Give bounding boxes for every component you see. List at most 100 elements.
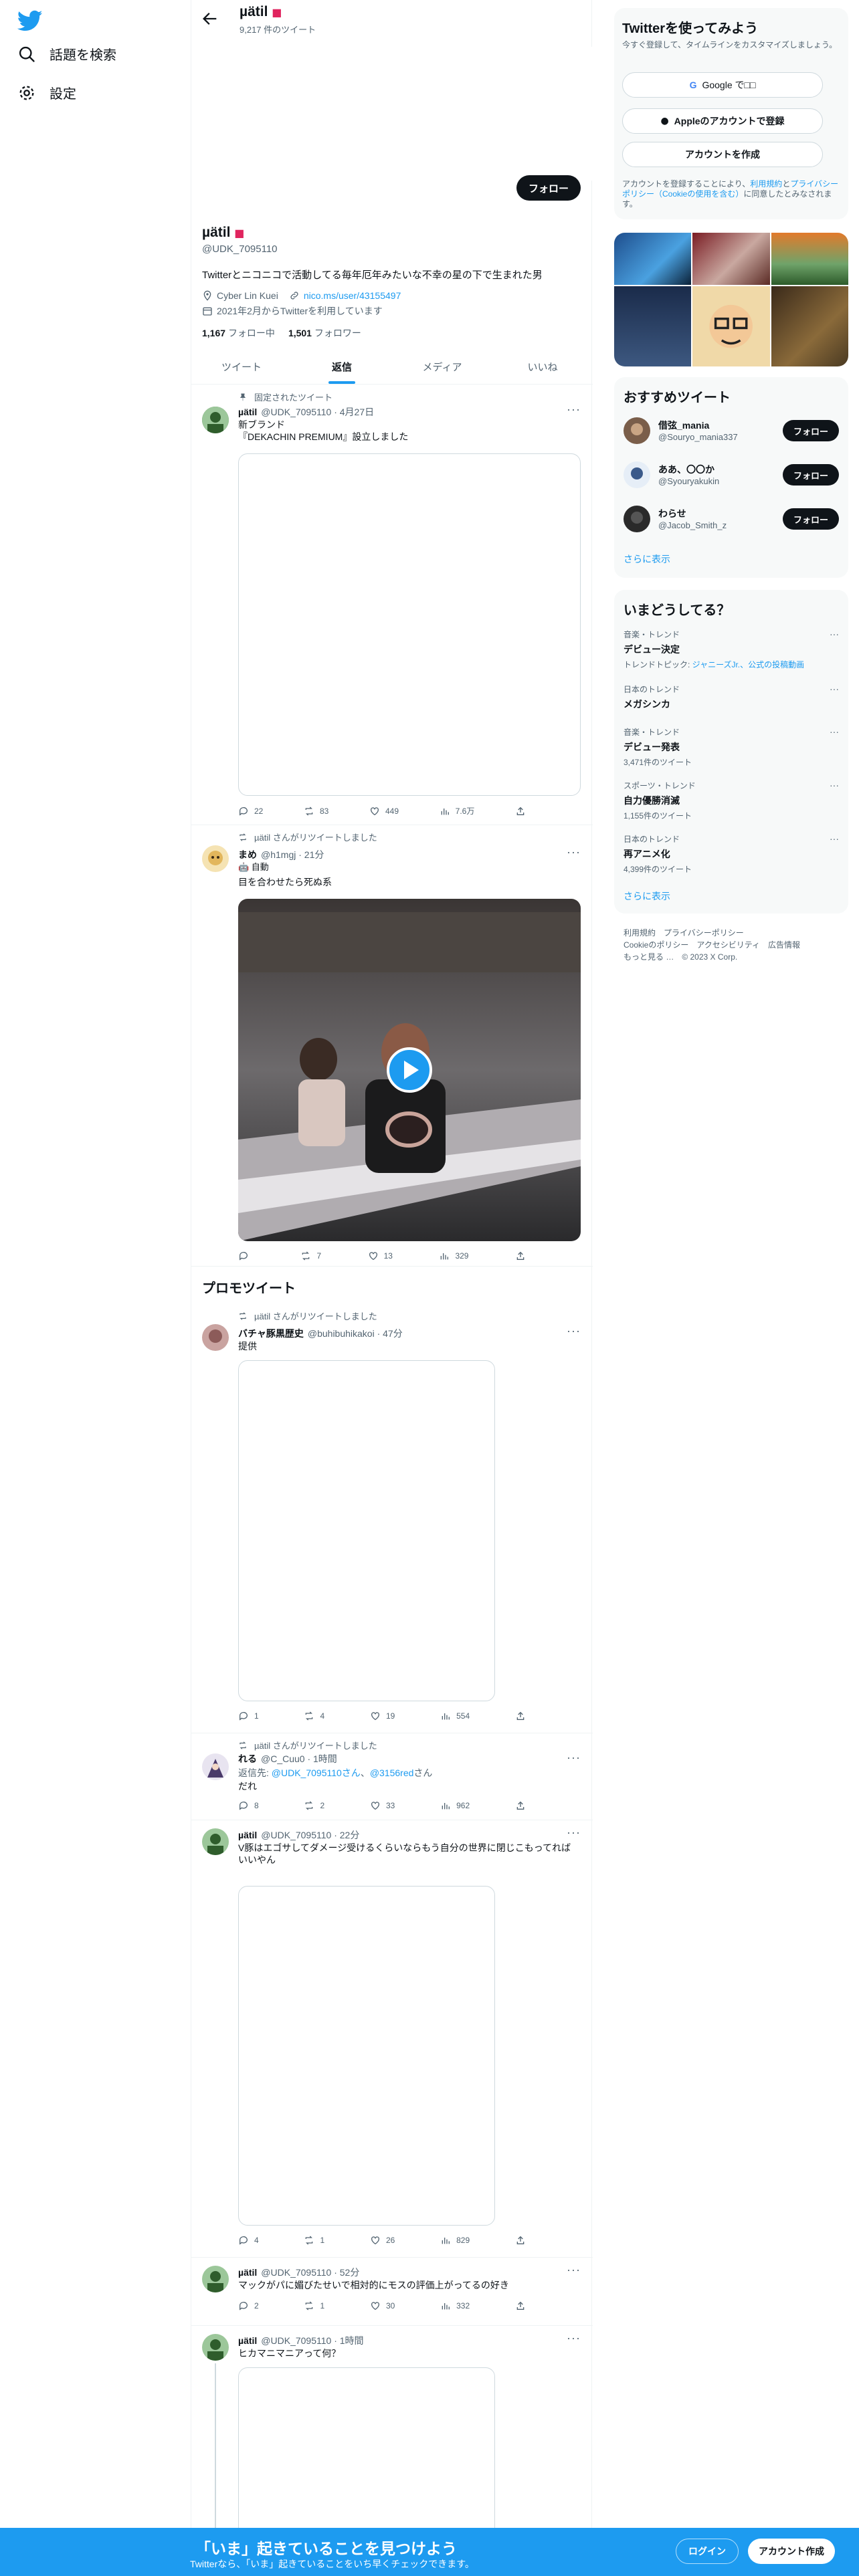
tweet-media[interactable]	[238, 1886, 495, 2226]
follow-button[interactable]: フォロー	[782, 508, 839, 530]
profile-url[interactable]: nico.ms/user/43155497	[289, 290, 401, 301]
trend-item[interactable]: 音楽・トレンド デビュー決定 トレンドトピック: ジャニーズJr.、公式の投稿動…	[624, 629, 839, 670]
more-icon[interactable]: ···	[567, 1826, 581, 1840]
reply-button[interactable]: 22	[238, 805, 263, 817]
media-thumb[interactable]	[614, 286, 692, 366]
tweet[interactable]: µätil @UDK_7095110 · 52分 ··· マックがパに媚びたせいで…	[191, 2258, 593, 2326]
share-button[interactable]	[515, 2235, 526, 2246]
following-count[interactable]: 1,167 フォロー中	[202, 326, 275, 340]
tweet-video[interactable]	[238, 899, 581, 1241]
media-thumb[interactable]	[692, 233, 770, 285]
retweet-button[interactable]: 4	[304, 1711, 324, 1721]
retweet-button[interactable]: 1	[304, 2300, 324, 2311]
avatar[interactable]	[624, 461, 650, 488]
play-icon[interactable]	[387, 1047, 432, 1093]
avatar[interactable]	[202, 2266, 229, 2292]
nav-explore[interactable]: 話題を検索	[17, 44, 116, 64]
tab-replies[interactable]: 返信	[292, 349, 392, 384]
trend-item[interactable]: スポーツ・トレンド 自力優勝消滅 1,155件のツイート ···	[624, 780, 839, 821]
views-button[interactable]: 329	[439, 1251, 468, 1261]
nav-settings[interactable]: 設定	[17, 83, 76, 102]
mention-link[interactable]: @3156red	[370, 1767, 414, 1778]
more-icon[interactable]: ···	[830, 780, 839, 790]
trend-item[interactable]: 日本のトレンド メガシンカ ···	[624, 683, 839, 711]
follow-button[interactable]: フォロー	[782, 464, 839, 486]
retweet-button[interactable]: 7	[300, 1251, 321, 1261]
reply-button[interactable]: 2	[238, 2300, 259, 2311]
avatar[interactable]	[202, 407, 229, 433]
like-button[interactable]: 449	[369, 805, 399, 817]
avatar[interactable]	[202, 845, 229, 872]
avatar[interactable]	[624, 506, 650, 532]
tweet[interactable]: µätil さんがリツイートしました バチャ豚黒歴史 @buhibuhikakoi…	[191, 1304, 593, 1733]
twitter-bird-icon[interactable]	[17, 8, 43, 33]
google-signup-button[interactable]: G Google で□□	[622, 72, 823, 98]
create-account-button[interactable]: アカウントを作成	[622, 142, 823, 167]
follow-button[interactable]: フォロー	[782, 420, 839, 441]
share-button[interactable]	[515, 1711, 526, 1721]
tab-tweets[interactable]: ツイート	[191, 349, 292, 384]
like-button[interactable]: 13	[368, 1251, 393, 1261]
more-icon[interactable]: ···	[830, 629, 839, 639]
apple-signup-button[interactable]: ● Appleのアカウントで登録	[622, 108, 823, 134]
back-arrow-icon[interactable]	[201, 9, 219, 28]
retweet-button[interactable]: 1	[304, 2235, 324, 2246]
views-button[interactable]: 962	[440, 1800, 470, 1811]
more-icon[interactable]: ···	[567, 2263, 581, 2277]
media-thumb[interactable]	[692, 286, 770, 366]
tweet[interactable]: µätil さんがリツイートしました まめ @h1mgj · 21分 ··· 🤖 …	[191, 825, 593, 1267]
reply-button[interactable]: 8	[238, 1800, 259, 1811]
reply-button[interactable]: 4	[238, 2235, 259, 2246]
terms-link[interactable]: 利用規約	[750, 179, 782, 189]
tweet-media[interactable]	[238, 2367, 495, 2541]
trend-item[interactable]: 音楽・トレンド デビュー発表 3,471件のツイート ···	[624, 726, 839, 768]
more-icon[interactable]: ···	[830, 726, 839, 737]
reply-button[interactable]	[238, 1251, 254, 1261]
views-button[interactable]: 7.6万	[440, 805, 474, 817]
footer-line[interactable]: Cookieのポリシー アクセシビリティ 広告情報	[624, 939, 844, 951]
more-icon[interactable]: ···	[567, 1324, 581, 1338]
retweet-button[interactable]: 83	[304, 805, 328, 817]
follow-button[interactable]: フォロー	[516, 175, 581, 201]
tweet-media[interactable]	[238, 1360, 495, 1701]
more-icon[interactable]: ···	[567, 2331, 581, 2345]
avatar[interactable]	[624, 417, 650, 444]
avatar[interactable]	[202, 1324, 229, 1351]
avatar[interactable]	[202, 1828, 229, 1855]
footer-line[interactable]: もっと見る … © 2023 X Corp.	[624, 951, 844, 963]
media-thumb[interactable]	[771, 286, 848, 366]
share-button[interactable]	[515, 2300, 526, 2311]
more-icon[interactable]: ···	[830, 833, 839, 844]
recommended-user[interactable]: 借弦_mania @Souryo_mania337 フォロー	[624, 415, 839, 447]
profile-media-grid[interactable]	[614, 233, 848, 366]
tweet[interactable]: µätil さんがリツイートしました れる @C_Cuu0 · 1時間 ··· 返…	[191, 1733, 593, 1820]
share-button[interactable]	[515, 1800, 526, 1811]
show-more-link[interactable]: さらに表示	[624, 889, 670, 903]
trend-item[interactable]: 日本のトレンド 再アニメ化 4,399件のツイート ···	[624, 833, 839, 875]
tweet[interactable]: µätil @UDK_7095110 · 22分 ··· V豚はエゴサしてダメージ…	[191, 1820, 593, 2258]
more-icon[interactable]: ···	[567, 403, 581, 417]
tweet-media[interactable]	[238, 453, 581, 796]
views-button[interactable]: 554	[440, 1711, 470, 1721]
followers-count[interactable]: 1,501 フォロワー	[288, 326, 361, 340]
more-icon[interactable]: ···	[830, 683, 839, 694]
share-button[interactable]	[515, 805, 526, 817]
retweet-button[interactable]: 2	[304, 1800, 324, 1811]
footer-line[interactable]: 利用規約 プライバシーポリシー	[624, 927, 844, 939]
recommended-user[interactable]: ああ、〇〇か @Syouryakukin フォロー	[624, 459, 839, 491]
media-thumb[interactable]	[614, 233, 692, 285]
like-button[interactable]: 26	[370, 2235, 395, 2246]
avatar[interactable]	[202, 1753, 229, 1780]
reply-button[interactable]: 1	[238, 1711, 259, 1721]
like-button[interactable]: 30	[370, 2300, 395, 2311]
like-button[interactable]: 19	[370, 1711, 395, 1721]
more-icon[interactable]: ···	[567, 845, 581, 859]
views-button[interactable]: 829	[440, 2235, 470, 2246]
tab-media[interactable]: メディア	[392, 349, 492, 384]
signup-button[interactable]: アカウント作成	[748, 2539, 835, 2564]
views-button[interactable]: 332	[440, 2300, 470, 2311]
tweet[interactable]: 固定されたツイート µätil @UDK_7095110 · 4月27日 ··· …	[191, 385, 593, 825]
more-icon[interactable]: ···	[567, 1751, 581, 1765]
recommended-user[interactable]: わらせ @Jacob_Smith_z フォロー	[624, 503, 839, 535]
media-thumb[interactable]	[771, 233, 848, 285]
